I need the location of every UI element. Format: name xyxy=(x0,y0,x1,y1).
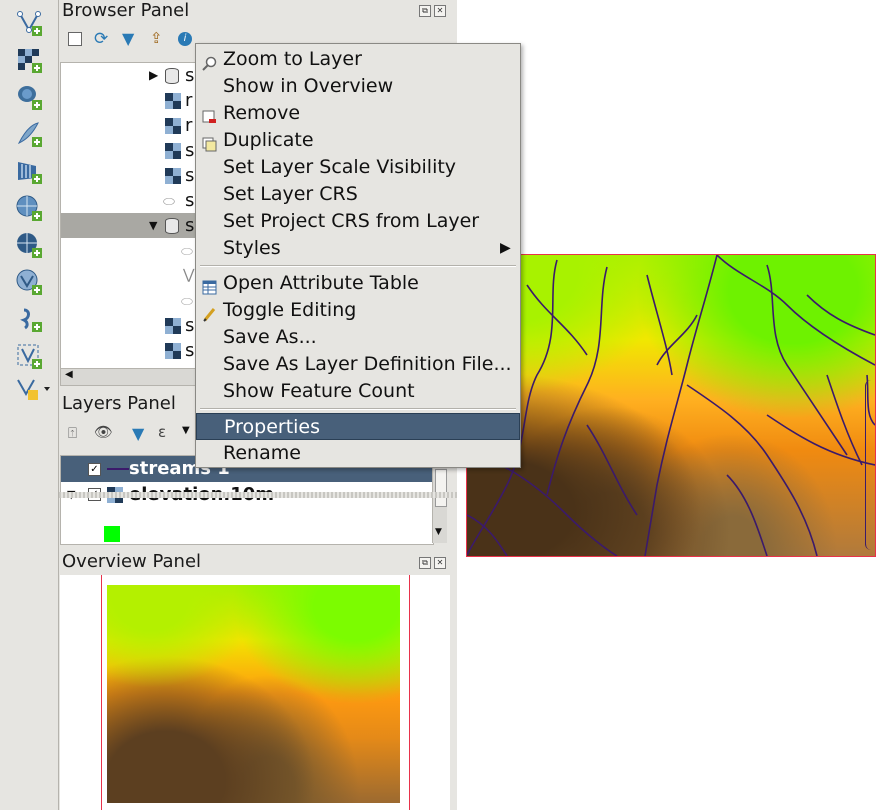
layers-toolbar: ⍐ 👁 ▼ ε ▼ xyxy=(64,423,194,445)
add-spatialite-layer-icon[interactable] xyxy=(14,119,44,149)
menu-item-save-as-layer-definition[interactable]: Save As Layer Definition File... xyxy=(196,351,520,378)
zoom-icon xyxy=(202,52,217,71)
overview-panel-title: Overview Panel xyxy=(62,551,202,572)
menu-item-duplicate[interactable]: Duplicate xyxy=(196,127,520,154)
float-panel-icon[interactable]: ⧉ xyxy=(419,5,431,17)
add-raster-layer-icon[interactable] xyxy=(14,45,44,75)
menu-item-open-attribute-table[interactable]: Open Attribute Table xyxy=(196,270,520,297)
layer-context-menu: Zoom to Layer Show in Overview Remove Du… xyxy=(195,43,521,468)
data-source-toolbar xyxy=(0,0,59,810)
database-icon xyxy=(165,218,179,234)
add-delimited-text-layer-icon[interactable] xyxy=(14,304,44,334)
menu-item-rename[interactable]: Rename xyxy=(196,440,520,467)
collapse-arrow-icon[interactable]: ▼ xyxy=(149,213,157,238)
polygon-layer-icon: ⬭ xyxy=(181,294,193,310)
stream-edge-line xyxy=(865,380,881,550)
float-panel-icon[interactable]: ⧉ xyxy=(419,557,431,569)
add-wfs-layer-icon[interactable] xyxy=(14,267,44,297)
collapse-all-icon[interactable]: ⇪ xyxy=(150,29,163,47)
legend-color-swatch xyxy=(104,526,120,542)
raster-layer-icon xyxy=(165,168,181,184)
filter-legend-icon[interactable]: ▼ xyxy=(132,424,144,443)
layers-tree: ✓ streams 1 ▼ ✓ elevation.10m xyxy=(60,455,434,545)
layers-vertical-scrollbar[interactable]: ▼ xyxy=(432,455,447,543)
raster-layer-icon xyxy=(165,118,181,134)
submenu-arrow-icon: ▶ xyxy=(500,240,511,256)
menu-item-remove[interactable]: Remove xyxy=(196,100,520,127)
elevation-raster-layer xyxy=(466,254,876,557)
raster-layer-icon xyxy=(165,343,181,359)
expand-arrow-icon[interactable]: ▶ xyxy=(149,63,158,88)
menu-item-zoom-to-layer[interactable]: Zoom to Layer xyxy=(196,46,520,73)
raster-layer-icon xyxy=(165,93,181,109)
line-layer-icon: ⋁ xyxy=(183,267,195,283)
remove-icon xyxy=(202,106,217,123)
add-vector-layer-icon[interactable] xyxy=(14,8,44,38)
add-wcs-layer-icon[interactable] xyxy=(14,230,44,260)
menu-item-show-feature-count[interactable]: Show Feature Count xyxy=(196,378,520,405)
raster-layer-icon xyxy=(165,318,181,334)
layer-visibility-checkbox[interactable]: ✓ xyxy=(88,463,101,476)
refresh-icon[interactable]: ⟳ xyxy=(94,29,108,49)
polygon-layer-icon: ⬭ xyxy=(163,194,175,210)
dropdown-arrow-icon[interactable]: ▼ xyxy=(182,425,190,436)
menu-item-set-project-crs[interactable]: Set Project CRS from Layer xyxy=(196,208,520,235)
panel-splitter[interactable] xyxy=(59,492,457,498)
menu-item-set-layer-scale-visibility[interactable]: Set Layer Scale Visibility xyxy=(196,154,520,181)
overview-elevation-raster xyxy=(107,585,400,803)
add-selected-layers-icon[interactable] xyxy=(68,32,82,46)
info-icon[interactable]: i xyxy=(178,32,192,46)
menu-item-styles[interactable]: Styles ▶ xyxy=(196,235,520,262)
line-symbol-icon xyxy=(107,468,129,470)
polygon-layer-icon: ⬭ xyxy=(181,244,193,260)
add-wms-layer-icon[interactable] xyxy=(14,193,44,223)
add-mssql-layer-icon[interactable] xyxy=(14,156,44,186)
table-icon xyxy=(202,276,217,295)
menu-item-save-as[interactable]: Save As... xyxy=(196,324,520,351)
menu-separator xyxy=(200,265,516,267)
menu-item-properties[interactable]: Properties xyxy=(196,413,520,440)
expression-filter-icon[interactable]: ε xyxy=(158,423,166,441)
close-panel-icon[interactable]: ✕ xyxy=(434,557,446,569)
pencil-icon xyxy=(202,303,217,322)
new-layer-dropdown-icon[interactable] xyxy=(14,374,54,404)
scrollbar-thumb[interactable] xyxy=(435,469,447,507)
scroll-left-icon[interactable]: ◀ xyxy=(65,369,73,380)
overview-canvas[interactable] xyxy=(60,575,450,810)
browser-toolbar: ⟳ ▼ ⇪ i xyxy=(64,28,194,50)
menu-separator xyxy=(200,408,516,410)
layers-panel-title: Layers Panel xyxy=(62,393,176,414)
raster-layer-icon xyxy=(165,143,181,159)
visibility-eye-icon[interactable]: 👁 xyxy=(94,423,113,441)
add-postgis-layer-icon[interactable] xyxy=(14,82,44,112)
scroll-down-icon[interactable]: ▼ xyxy=(435,527,442,537)
duplicate-icon xyxy=(202,133,217,152)
menu-item-show-in-overview[interactable]: Show in Overview xyxy=(196,73,520,100)
database-icon xyxy=(165,68,179,84)
close-panel-icon[interactable]: ✕ xyxy=(434,5,446,17)
open-styling-icon[interactable]: ⍐ xyxy=(68,424,77,442)
menu-item-set-layer-crs[interactable]: Set Layer CRS xyxy=(196,181,520,208)
streams-vector-layer xyxy=(467,255,875,556)
menu-item-toggle-editing[interactable]: Toggle Editing xyxy=(196,297,520,324)
filter-icon[interactable]: ▼ xyxy=(122,29,134,48)
browser-panel-title: Browser Panel xyxy=(62,0,190,21)
add-virtual-layer-icon[interactable] xyxy=(14,341,44,371)
